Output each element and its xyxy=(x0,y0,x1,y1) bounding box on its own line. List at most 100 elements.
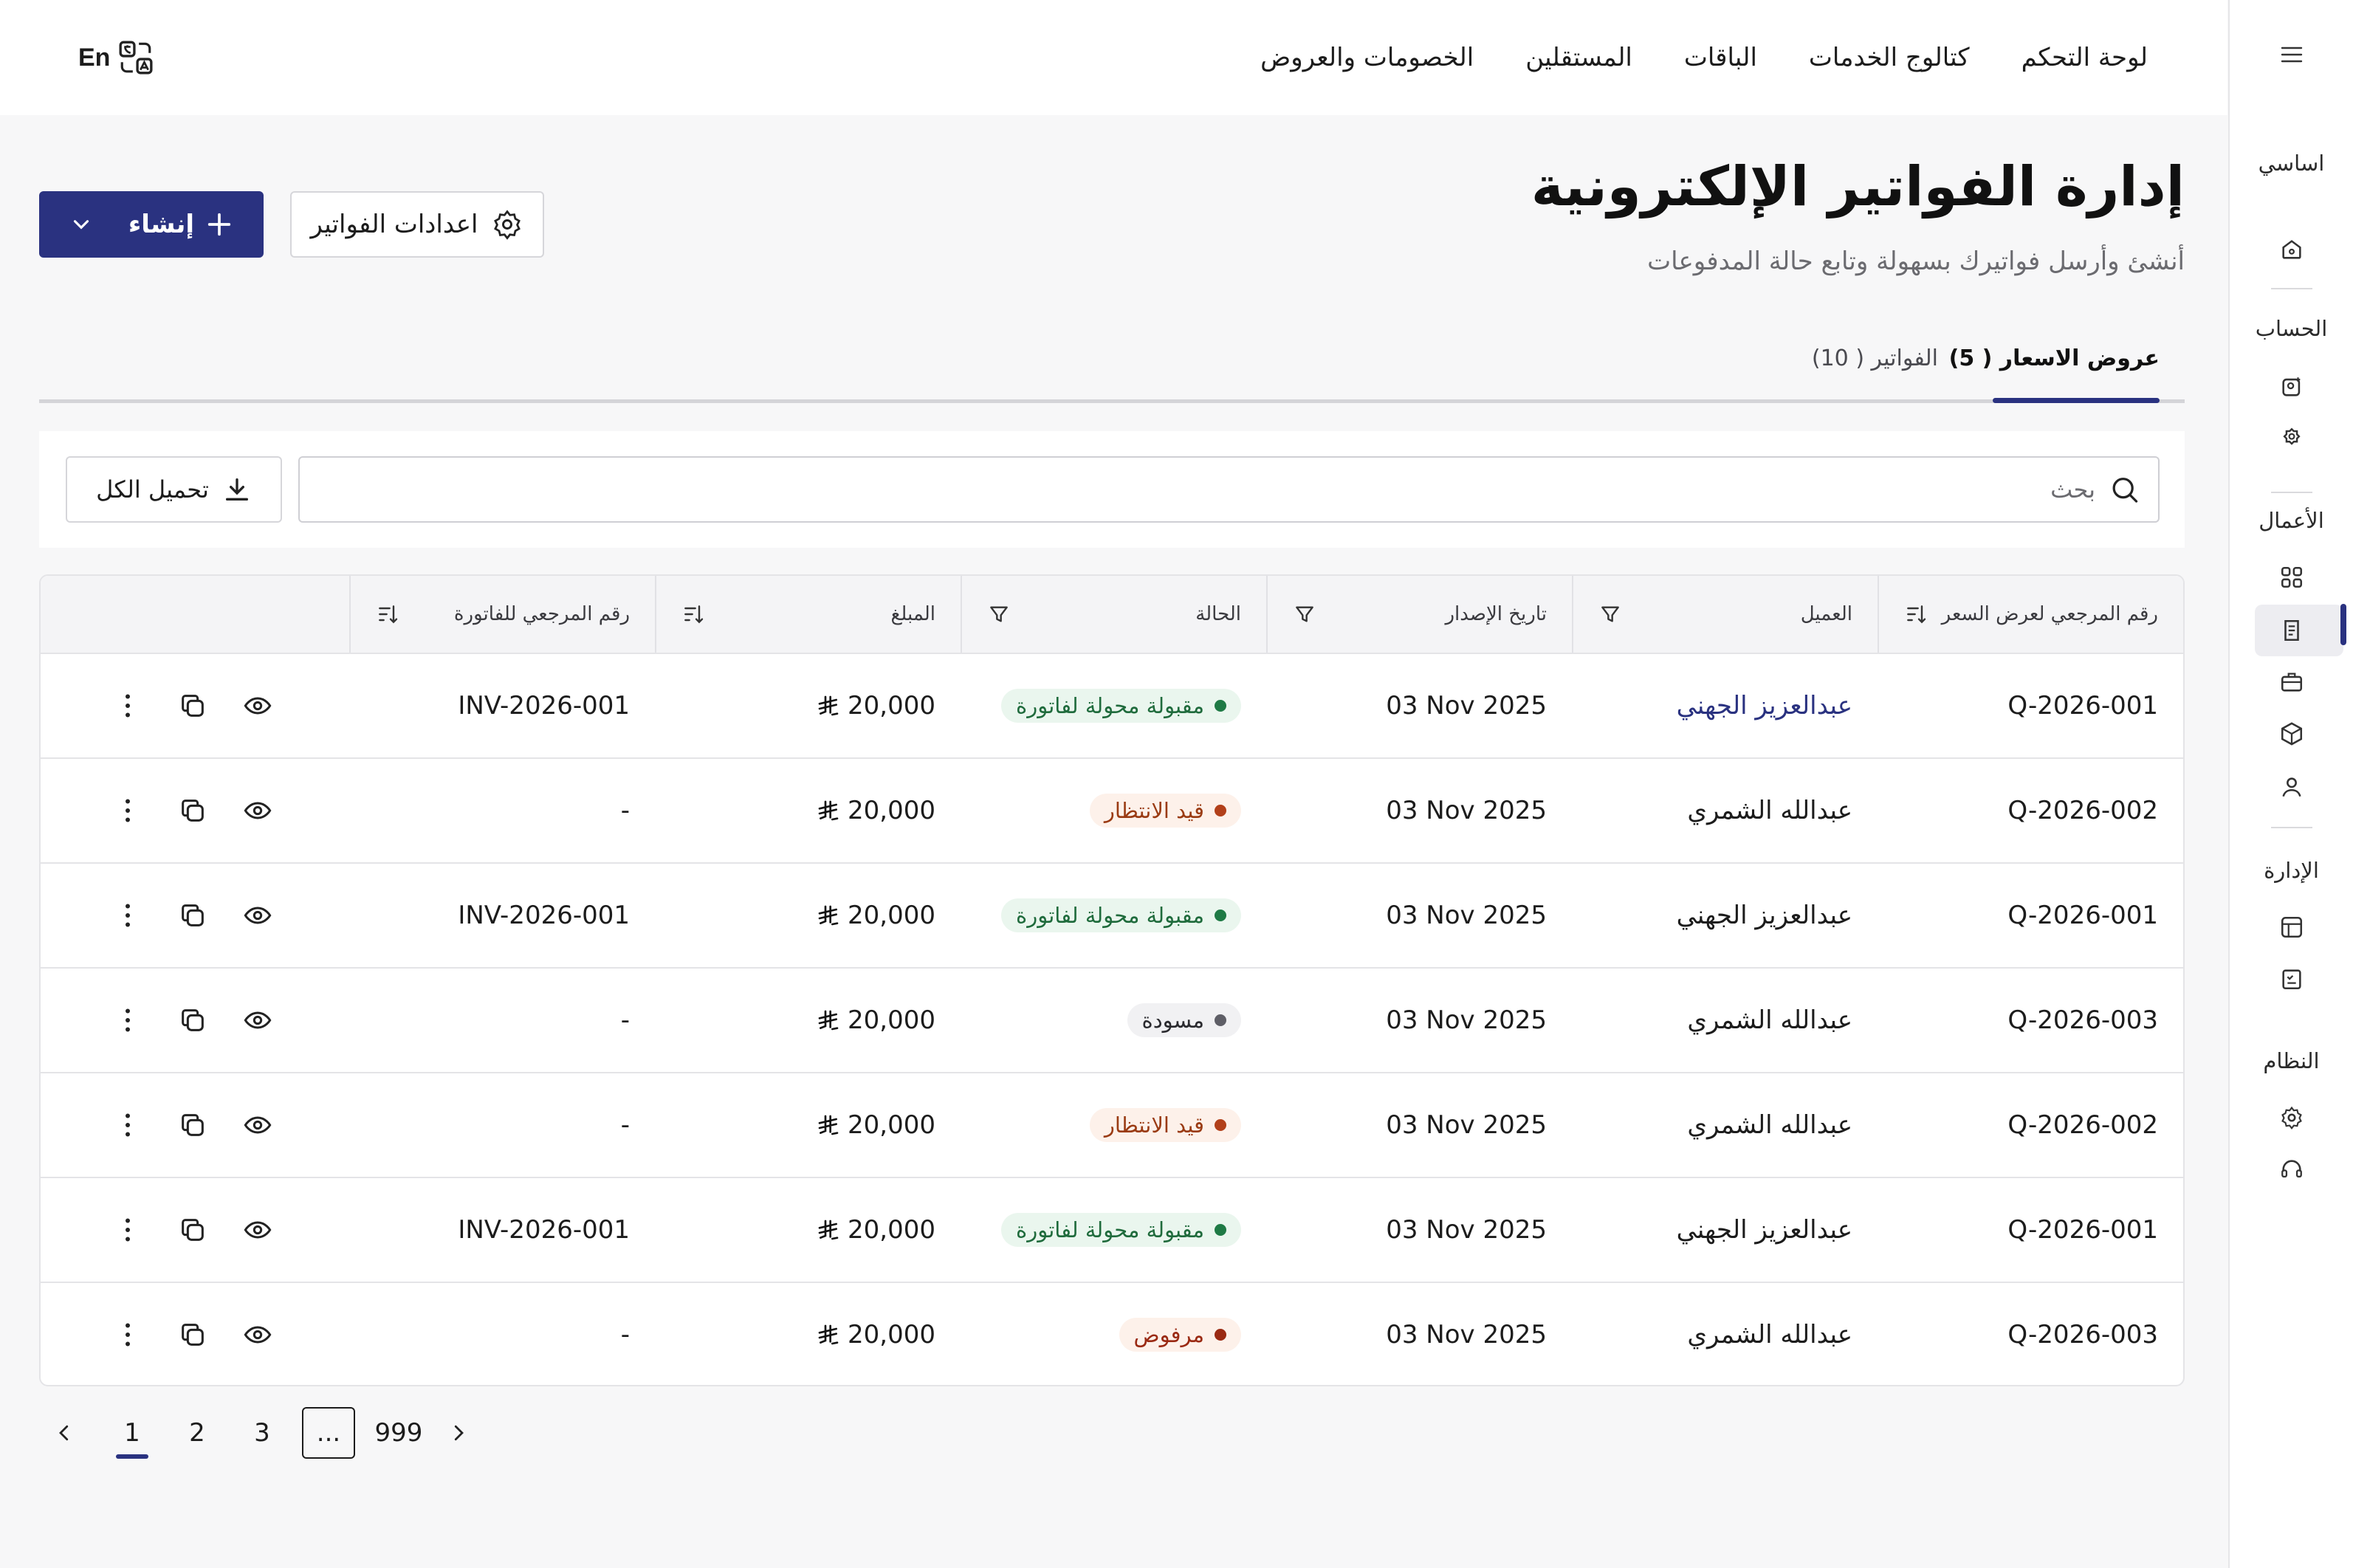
more-options-button[interactable] xyxy=(109,791,147,830)
eye-icon xyxy=(244,1221,272,1239)
invoice-ref: INV-2026-001 xyxy=(458,1215,630,1245)
amount-value: 20,000 xyxy=(848,1320,935,1349)
sidebar-section-label-basic: اساسي xyxy=(2258,151,2325,176)
nav-item-service-catalog[interactable]: كتالوج الخدمات xyxy=(1809,43,1970,72)
duplicate-button[interactable] xyxy=(174,1106,212,1144)
pagination-next-button[interactable] xyxy=(444,1407,473,1459)
sidebar-item-users[interactable] xyxy=(2230,766,2353,808)
filter-icon[interactable] xyxy=(987,602,1011,626)
client-name[interactable]: عبدالعزيز الجهني xyxy=(1677,691,1852,721)
more-vertical-icon xyxy=(126,1323,130,1347)
nav-item-discounts[interactable]: الخصومات والعروض xyxy=(1260,43,1474,72)
status-dot xyxy=(1215,700,1226,712)
view-button[interactable] xyxy=(238,1106,277,1144)
sort-icon[interactable] xyxy=(681,602,705,626)
nav-item-dashboard[interactable]: لوحة التحكم xyxy=(2021,43,2148,72)
pagination-page-1[interactable]: 1 xyxy=(110,1407,154,1459)
sidebar-item-support[interactable] xyxy=(2230,1149,2353,1190)
invoice-settings-button[interactable]: اعدادات الفواتير xyxy=(290,191,544,258)
pagination-page-last[interactable]: 999 xyxy=(365,1407,432,1459)
cell-amount: 20,000 xyxy=(655,654,961,757)
cell-client: عبدالله الشمري xyxy=(1572,969,1878,1072)
download-all-button[interactable]: تحميل الكل xyxy=(66,456,282,523)
download-icon xyxy=(225,478,248,501)
nav-item-packages[interactable]: الباقات xyxy=(1684,43,1757,72)
sort-icon[interactable] xyxy=(376,602,399,626)
more-options-button[interactable] xyxy=(109,1316,147,1354)
more-options-button[interactable] xyxy=(109,1106,147,1144)
view-button[interactable] xyxy=(238,1316,277,1354)
view-button[interactable] xyxy=(238,1211,277,1249)
view-button[interactable] xyxy=(238,1001,277,1039)
cell-amount: 20,000 xyxy=(655,759,961,862)
layout-icon xyxy=(2281,916,2302,938)
pagination-ellipsis[interactable]: ... xyxy=(302,1407,355,1459)
column-label-client: العميل xyxy=(1800,603,1852,625)
quote-ref: Q-2026-002 xyxy=(2007,1110,2158,1140)
cell-invoice-ref: - xyxy=(349,1073,655,1177)
view-button[interactable] xyxy=(238,791,277,830)
sidebar-item-grid[interactable] xyxy=(2230,557,2353,598)
tab-quotes[interactable]: عروض الاسعار ( 5) xyxy=(1949,345,2160,371)
cell-ref: Q-2026-002 xyxy=(1878,759,2183,862)
sidebar-item-home[interactable] xyxy=(2230,229,2353,270)
search-input[interactable] xyxy=(300,475,2096,503)
sidebar: اساسي الحساب الأعمال الإدارة النظام xyxy=(2228,0,2353,1568)
search-field[interactable] xyxy=(298,456,2160,523)
sidebar-item-account-badge[interactable] xyxy=(2230,366,2353,408)
duplicate-button[interactable] xyxy=(174,1316,212,1354)
duplicate-button[interactable] xyxy=(174,791,212,830)
duplicate-button[interactable] xyxy=(174,687,212,725)
status-label: مرفوض xyxy=(1133,1322,1204,1347)
cell-ref: Q-2026-001 xyxy=(1878,654,2183,757)
filter-icon[interactable] xyxy=(1293,602,1316,626)
quote-ref: Q-2026-001 xyxy=(2007,691,2158,721)
sort-icon[interactable] xyxy=(1904,602,1928,626)
sidebar-item-briefcase[interactable] xyxy=(2230,661,2353,703)
filter-icon[interactable] xyxy=(1598,602,1622,626)
language-switch-button[interactable]: En xyxy=(78,37,154,78)
tab-invoices[interactable]: الفواتير ( 10) xyxy=(1812,345,1938,371)
search-icon xyxy=(2112,478,2138,503)
headset-icon xyxy=(2281,1160,2302,1178)
create-button[interactable]: إنشاء xyxy=(39,191,264,258)
app-root: اساسي الحساب الأعمال الإدارة النظام لوحة… xyxy=(0,0,2353,1568)
more-options-button[interactable] xyxy=(109,1001,147,1039)
invoice-ref: - xyxy=(620,796,630,825)
pagination-page-3[interactable]: 3 xyxy=(240,1407,284,1459)
more-options-button[interactable] xyxy=(109,1211,147,1249)
cell-date: 03 Nov 2025 xyxy=(1266,1178,1572,1282)
more-options-button[interactable] xyxy=(109,687,147,725)
cell-invoice-ref: - xyxy=(349,1283,655,1385)
eye-icon xyxy=(244,697,272,715)
status-label: مسودة xyxy=(1141,1008,1205,1033)
menu-toggle-button[interactable] xyxy=(2230,38,2353,71)
pagination-page-2[interactable]: 2 xyxy=(175,1407,219,1459)
copy-icon xyxy=(182,1219,204,1241)
nav-item-freelancers[interactable]: المستقلين xyxy=(1525,43,1632,72)
row-actions xyxy=(41,1178,343,1282)
view-button[interactable] xyxy=(238,896,277,935)
sidebar-item-account-settings[interactable] xyxy=(2230,418,2353,459)
status-label: مقبولة محولة لفاتورة xyxy=(1016,693,1204,718)
duplicate-button[interactable] xyxy=(174,1001,212,1039)
sidebar-item-invoices[interactable] xyxy=(2230,604,2353,656)
cell-invoice-ref: - xyxy=(349,969,655,1072)
chevron-down-icon[interactable] xyxy=(69,212,94,237)
table-row: Q-2026-001 عبدالعزيز الجهني 03 Nov 2025 مقب… xyxy=(41,1178,2183,1283)
issue-date: 03 Nov 2025 xyxy=(1386,1110,1547,1140)
sidebar-divider xyxy=(2271,492,2312,493)
more-options-button[interactable] xyxy=(109,896,147,935)
chevron-left-icon xyxy=(59,1425,69,1441)
sidebar-item-settings[interactable] xyxy=(2230,1097,2353,1138)
view-button[interactable] xyxy=(238,687,277,725)
duplicate-button[interactable] xyxy=(174,1211,212,1249)
pagination-prev-button[interactable] xyxy=(49,1407,79,1459)
sidebar-item-layout[interactable] xyxy=(2230,907,2353,948)
client-name: عبدالله الشمري xyxy=(1687,1110,1852,1140)
duplicate-button[interactable] xyxy=(174,896,212,935)
cell-amount: 20,000 xyxy=(655,969,961,1072)
sidebar-item-checklist[interactable] xyxy=(2230,958,2353,1000)
amount-value: 20,000 xyxy=(848,1110,935,1140)
sidebar-item-box[interactable] xyxy=(2230,713,2353,754)
